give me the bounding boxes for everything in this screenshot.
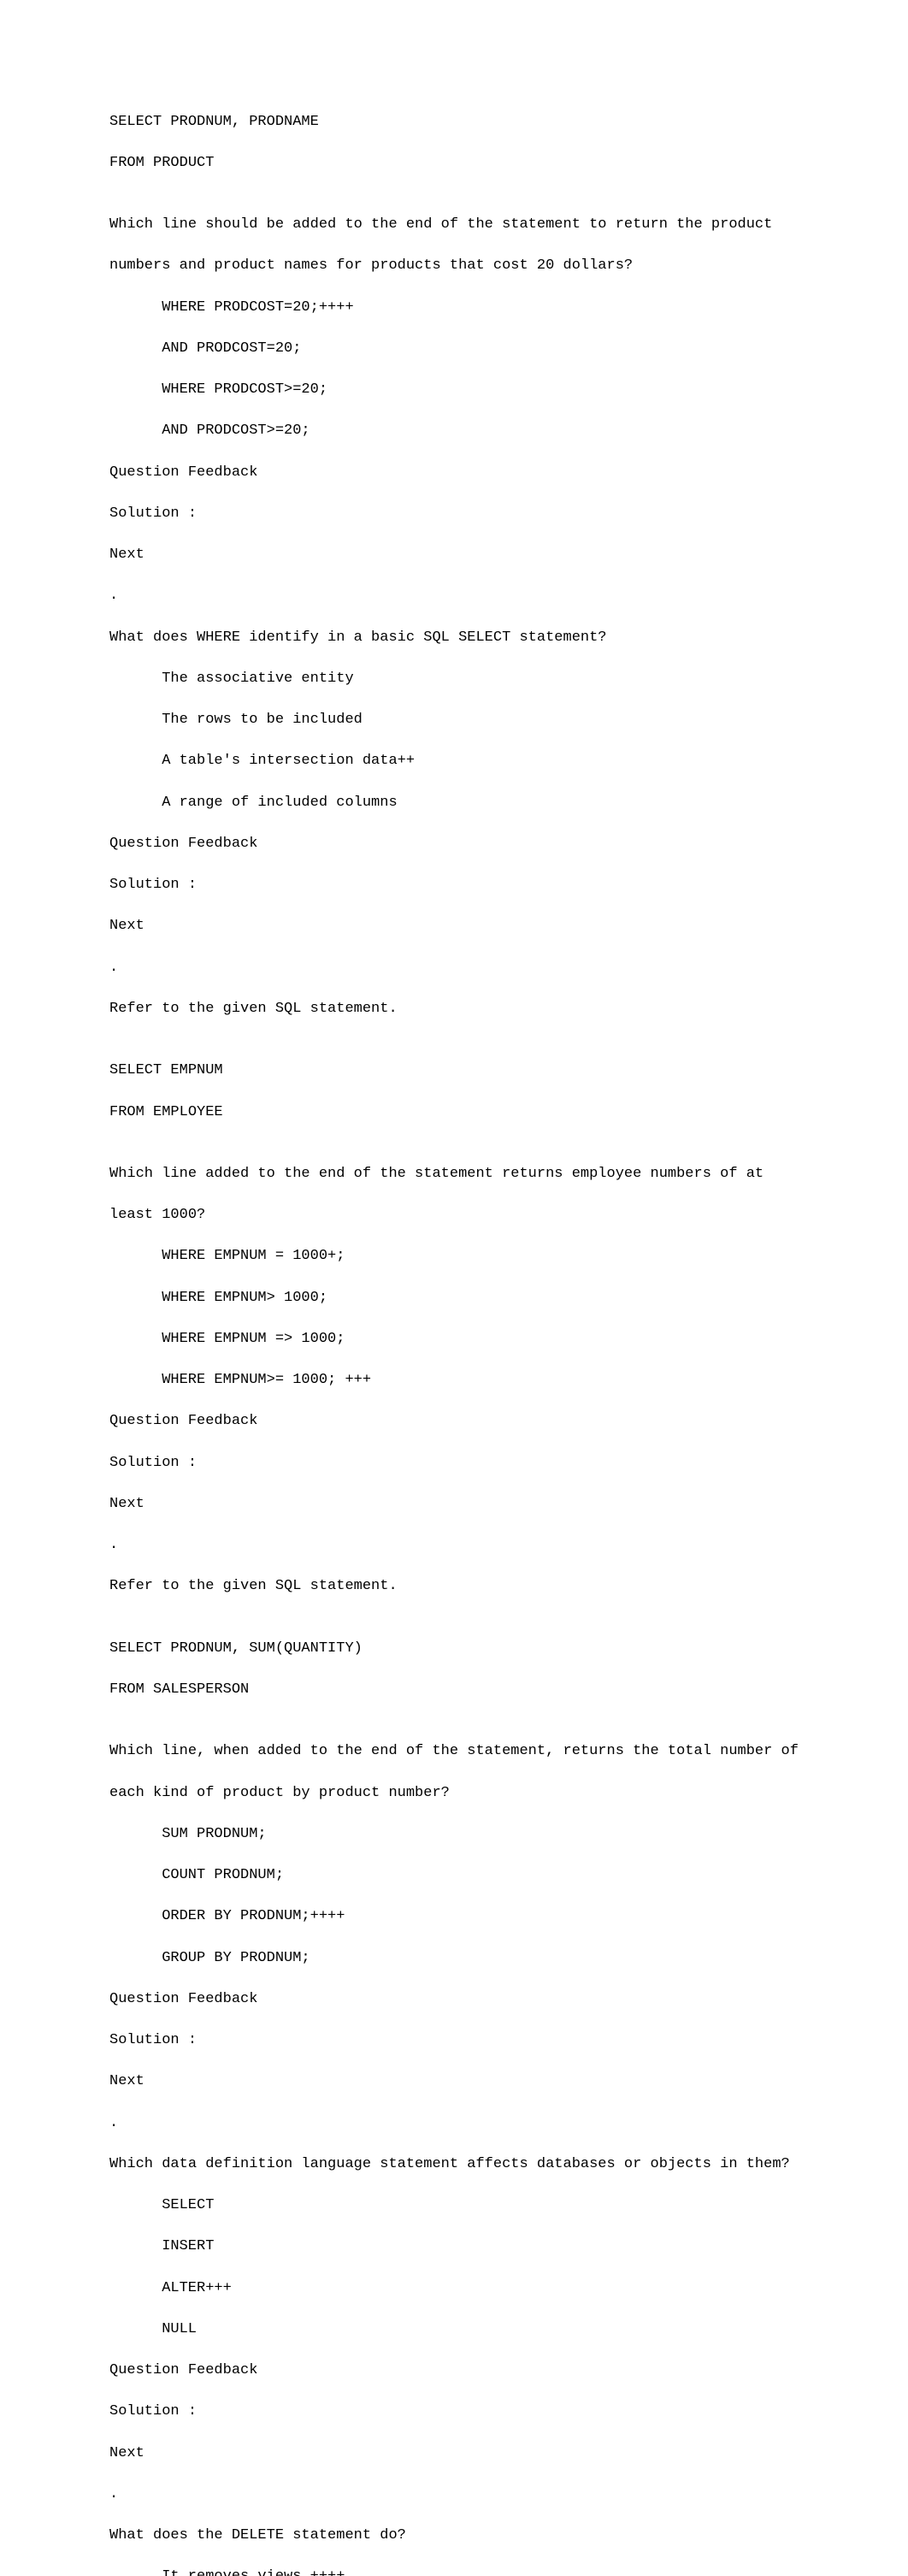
- option-text: It removes views.++++: [162, 2568, 345, 2576]
- text-line: .: [0, 2484, 908, 2505]
- text-line: FROM PRODUCT: [0, 153, 908, 174]
- option-text: SELECT: [162, 2197, 214, 2213]
- text-line: Solution :: [0, 875, 908, 895]
- option-text: COUNT PRODNUM;: [162, 1867, 284, 1883]
- answer-option: WHERE PRODCOST>=20;: [0, 380, 908, 400]
- text-line: Solution :: [0, 2030, 908, 2051]
- answer-option: COUNT PRODNUM;: [0, 1865, 908, 1886]
- text-line: Next: [0, 1494, 908, 1515]
- text-line: SELECT PRODNUM, SUM(QUANTITY): [0, 1639, 908, 1659]
- text-line: Question Feedback: [0, 834, 908, 854]
- answer-option: AND PRODCOST>=20;: [0, 421, 908, 441]
- answer-option: WHERE EMPNUM = 1000+;: [0, 1246, 908, 1267]
- text-line: SELECT PRODNUM, PRODNAME: [0, 112, 908, 133]
- answer-option: The rows to be included: [0, 710, 908, 730]
- option-text: AND PRODCOST>=20;: [162, 422, 310, 439]
- answer-option: The associative entity: [0, 669, 908, 689]
- option-text: AND PRODCOST=20;: [162, 340, 301, 357]
- text-line: .: [0, 1535, 908, 1556]
- option-text: ORDER BY PRODNUM;++++: [162, 1908, 345, 1924]
- text-line: Next: [0, 2071, 908, 2092]
- answer-option: A table's intersection data++: [0, 751, 908, 771]
- text-line: Question Feedback: [0, 1989, 908, 2010]
- text-line: What does the DELETE statement do?: [0, 2526, 908, 2546]
- option-text: ALTER+++: [162, 2280, 232, 2296]
- answer-option: A range of included columns: [0, 793, 908, 813]
- answer-option: GROUP BY PRODNUM;: [0, 1948, 908, 1969]
- option-text: The rows to be included: [162, 712, 363, 728]
- text-line: FROM EMPLOYEE: [0, 1102, 908, 1123]
- option-text: WHERE EMPNUM => 1000;: [162, 1331, 345, 1347]
- option-text: WHERE PRODCOST=20;++++: [162, 299, 353, 316]
- option-text: WHERE EMPNUM>= 1000; +++: [162, 1372, 371, 1388]
- text-line: Solution :: [0, 2402, 908, 2422]
- option-text: GROUP BY PRODNUM;: [162, 1950, 310, 1966]
- answer-option: WHERE EMPNUM => 1000;: [0, 1329, 908, 1350]
- answer-option: SELECT: [0, 2195, 908, 2216]
- text-line: Question Feedback: [0, 463, 908, 483]
- text-line: Which line, when added to the end of the…: [0, 1741, 908, 1762]
- text-line: Which data definition language statement…: [0, 2154, 908, 2175]
- document-body: SELECT PRODNUM, PRODNAME FROM PRODUCT Wh…: [0, 112, 908, 2576]
- option-text: The associative entity: [162, 671, 353, 687]
- option-text: WHERE PRODCOST>=20;: [162, 381, 327, 398]
- answer-option: It removes views.++++: [0, 2567, 908, 2576]
- answer-option: AND PRODCOST=20;: [0, 339, 908, 359]
- text-line: least 1000?: [0, 1205, 908, 1226]
- answer-option: INSERT: [0, 2236, 908, 2257]
- option-text: WHERE EMPNUM = 1000+;: [162, 1248, 345, 1264]
- option-text: SUM PRODNUM;: [162, 1826, 266, 1842]
- text-line: Next: [0, 2443, 908, 2464]
- text-line: .: [0, 958, 908, 978]
- text-line: Which line should be added to the end of…: [0, 215, 908, 235]
- option-text: INSERT: [162, 2238, 214, 2254]
- text-line: SELECT EMPNUM: [0, 1061, 908, 1081]
- answer-option: WHERE EMPNUM> 1000;: [0, 1288, 908, 1309]
- text-line: numbers and product names for products t…: [0, 256, 908, 276]
- text-line: each kind of product by product number?: [0, 1783, 908, 1804]
- text-line: Question Feedback: [0, 1411, 908, 1432]
- option-text: WHERE EMPNUM> 1000;: [162, 1290, 327, 1306]
- text-line: FROM SALESPERSON: [0, 1680, 908, 1700]
- option-text: A range of included columns: [162, 795, 397, 811]
- answer-option: NULL: [0, 2319, 908, 2340]
- answer-option: WHERE PRODCOST=20;++++: [0, 298, 908, 318]
- text-line: Solution :: [0, 504, 908, 524]
- text-line: What does WHERE identify in a basic SQL …: [0, 628, 908, 648]
- text-line: Which line added to the end of the state…: [0, 1164, 908, 1185]
- answer-option: WHERE EMPNUM>= 1000; +++: [0, 1370, 908, 1391]
- answer-option: SUM PRODNUM;: [0, 1824, 908, 1845]
- text-line: Question Feedback: [0, 2360, 908, 2381]
- option-text: A table's intersection data++: [162, 753, 415, 769]
- text-line: Refer to the given SQL statement.: [0, 999, 908, 1019]
- text-line: .: [0, 586, 908, 606]
- text-line: Next: [0, 545, 908, 565]
- text-line: Next: [0, 916, 908, 936]
- text-line: .: [0, 2113, 908, 2134]
- answer-option: ALTER+++: [0, 2278, 908, 2299]
- answer-option: ORDER BY PRODNUM;++++: [0, 1906, 908, 1927]
- text-line: Solution :: [0, 1453, 908, 1474]
- text-line: Refer to the given SQL statement.: [0, 1576, 908, 1597]
- option-text: NULL: [162, 2321, 197, 2337]
